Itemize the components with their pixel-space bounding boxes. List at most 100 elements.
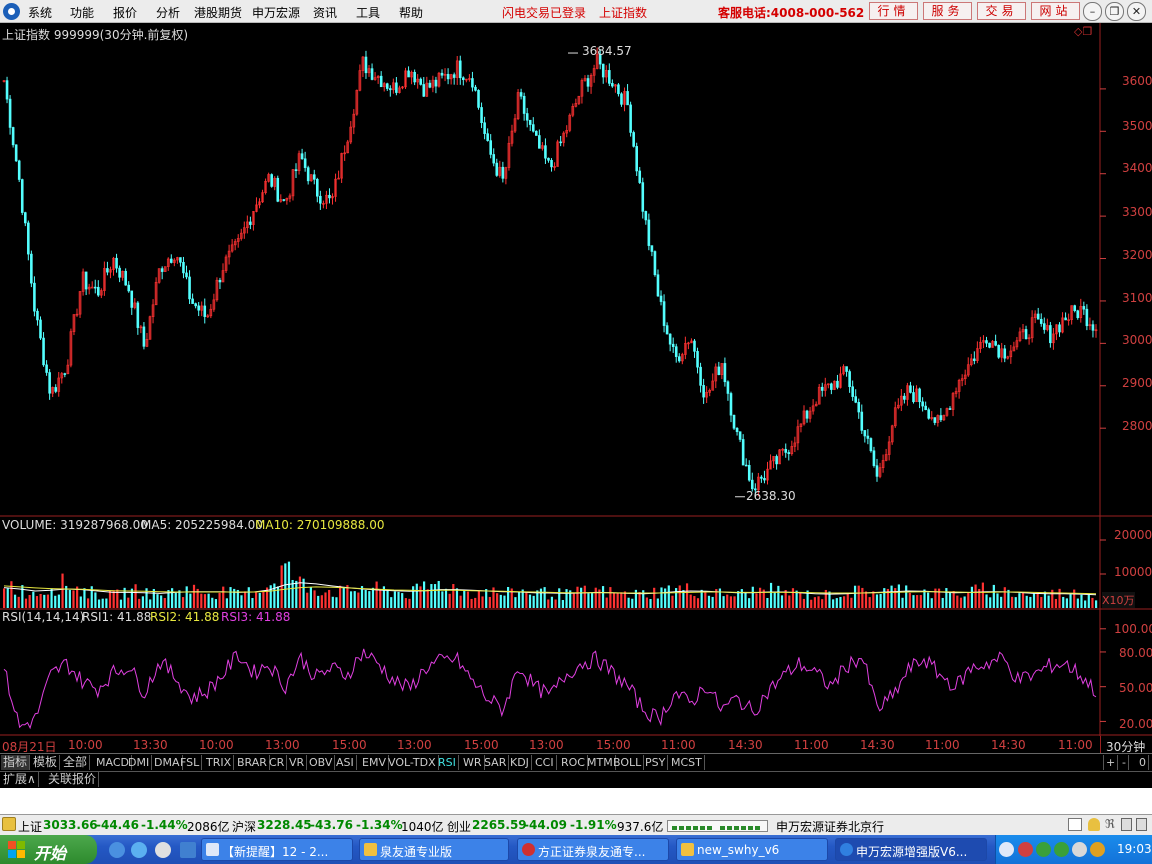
zoom-in-button[interactable]: + xyxy=(1103,755,1119,770)
volume-bar xyxy=(244,591,247,608)
tray-app-icon[interactable] xyxy=(1018,842,1033,857)
zoom-out-button[interactable]: - xyxy=(1120,755,1129,770)
window-icon[interactable] xyxy=(1068,818,1082,831)
panel-controls-icon[interactable]: ◇❐ xyxy=(1074,25,1092,38)
task-item[interactable]: new_swhy_v6 xyxy=(676,838,828,861)
volume-bar xyxy=(525,592,528,608)
start-button[interactable]: 开始 xyxy=(0,835,97,864)
bell-icon[interactable] xyxy=(1088,818,1100,831)
chrome-icon[interactable] xyxy=(155,842,171,858)
menu-quote[interactable]: 报价 xyxy=(113,4,137,21)
candle-body xyxy=(644,211,648,221)
restore-icon[interactable]: ❐ xyxy=(1105,2,1124,21)
volume-bar xyxy=(609,587,612,608)
tray-shield-icon[interactable] xyxy=(1036,842,1051,857)
menu-bar: 系统 功能 报价 分析 港股期货 申万宏源 资讯 工具 帮助 闪电交易已登录 上… xyxy=(0,0,1152,23)
tab-cr[interactable]: CR xyxy=(267,755,288,770)
volume-bar xyxy=(101,598,104,608)
windows-taskbar: 开始 【新提醒】12 - 2... 泉友通专业版 方正证券泉友通专... new… xyxy=(0,835,1152,864)
candle-body xyxy=(42,337,45,366)
candle-body xyxy=(997,344,1000,358)
menu-shenwan[interactable]: 申万宏源 xyxy=(252,4,300,21)
volume-bar xyxy=(620,592,623,608)
tab-boll[interactable]: BOLL xyxy=(611,755,645,770)
service-phone: 客服电话:4008-000-562 xyxy=(718,6,865,20)
chart-area[interactable]: 上证指数 999999(30分钟.前复权) ◇❐ 3684.57 2638.30… xyxy=(0,23,1152,736)
candle-body xyxy=(96,286,100,296)
volume-bar xyxy=(550,596,554,608)
signal-icon[interactable]: ℜ xyxy=(1105,817,1115,831)
ie-icon[interactable] xyxy=(109,842,125,858)
volume-bar xyxy=(349,591,353,608)
volume-bar xyxy=(1000,596,1003,608)
show-desktop-icon[interactable] xyxy=(180,842,196,858)
tab-related-quotes[interactable]: 关联报价 xyxy=(46,772,100,787)
tab-cci[interactable]: CCI xyxy=(533,755,557,770)
task-item[interactable]: 申万宏源增强版V6... xyxy=(835,838,987,861)
tab-fsl[interactable]: FSL xyxy=(178,755,203,770)
reset-button[interactable]: 0 xyxy=(1137,755,1149,770)
candle-body xyxy=(702,385,705,398)
tab-kdj[interactable]: KDJ xyxy=(508,755,532,770)
volume-ma10-label: MA10: 270109888.00 xyxy=(255,518,385,532)
close-icon[interactable]: ✕ xyxy=(1127,2,1146,21)
volume-bar xyxy=(1087,594,1090,608)
menu-help[interactable]: 帮助 xyxy=(399,4,423,21)
tab-dmi[interactable]: DMI xyxy=(126,755,153,770)
volume-bar xyxy=(430,584,433,608)
tab-mcst[interactable]: MCST xyxy=(669,755,705,770)
menu-hk-futures[interactable]: 港股期货 xyxy=(194,4,242,21)
tab-sar[interactable]: SAR xyxy=(482,755,510,770)
candle-body xyxy=(169,258,173,263)
tab-asi[interactable]: ASI xyxy=(334,755,357,770)
menu-system[interactable]: 系统 xyxy=(28,4,52,21)
tray-volume-icon[interactable] xyxy=(1072,842,1087,857)
minimize-icon[interactable]: – xyxy=(1083,2,1102,21)
tab-wr[interactable]: WR xyxy=(461,755,485,770)
tab-template[interactable]: 模板 xyxy=(31,755,61,770)
tray-arrow-icon[interactable] xyxy=(999,842,1014,857)
y-tick: 20000 xyxy=(1114,528,1152,542)
task-item[interactable]: 【新提醒】12 - 2... xyxy=(201,838,353,861)
browser-icon[interactable] xyxy=(131,842,147,858)
menu-info[interactable]: 资讯 xyxy=(313,4,337,21)
tab-brar[interactable]: BRAR xyxy=(235,755,270,770)
tab-trix[interactable]: TRIX xyxy=(204,755,235,770)
tab-website[interactable]: 网站 xyxy=(1031,2,1080,20)
volume-bar xyxy=(171,588,174,608)
candle-body xyxy=(492,154,496,164)
phone-icon[interactable] xyxy=(1121,818,1132,831)
tab-vr[interactable]: VR xyxy=(287,755,308,770)
volume-bar xyxy=(791,588,795,608)
tab-market[interactable]: 行情 xyxy=(869,2,918,20)
tab-psy[interactable]: PSY xyxy=(643,755,669,770)
candle-body xyxy=(1091,324,1095,331)
candle-body xyxy=(586,78,590,87)
tab-emv[interactable]: EMV xyxy=(360,755,389,770)
tab-trade[interactable]: 交易 xyxy=(977,2,1026,20)
task-item[interactable]: 方正证券泉友通专... xyxy=(517,838,669,861)
tab-expand[interactable]: 扩展∧ xyxy=(1,772,39,787)
lock-small-icon[interactable] xyxy=(1136,818,1147,831)
volume-bar xyxy=(1073,589,1076,608)
tab-rsi[interactable]: RSI xyxy=(436,755,459,770)
task-item[interactable]: 泉友通专业版 xyxy=(359,838,509,861)
menu-analysis[interactable]: 分析 xyxy=(156,4,180,21)
lock-icon[interactable] xyxy=(2,817,16,831)
period-selector[interactable]: 30分钟 xyxy=(1100,736,1152,754)
volume-bar xyxy=(371,587,375,608)
kline-chart[interactable] xyxy=(0,23,1152,736)
volume-bar xyxy=(342,587,345,608)
folder-icon xyxy=(681,843,694,856)
tab-roc[interactable]: ROC xyxy=(559,755,588,770)
menu-function[interactable]: 功能 xyxy=(70,4,94,21)
tray-network-icon[interactable] xyxy=(1090,842,1105,857)
tab-obv[interactable]: OBV xyxy=(307,755,336,770)
tab-service[interactable]: 服务 xyxy=(923,2,972,20)
tab-indicator[interactable]: 指标 xyxy=(1,755,31,770)
menu-tools[interactable]: 工具 xyxy=(356,4,380,21)
tab-vol-tdx[interactable]: VOL-TDX xyxy=(386,755,439,770)
volume-bar xyxy=(707,595,711,608)
tray-security-icon[interactable] xyxy=(1054,842,1069,857)
tab-all[interactable]: 全部 xyxy=(61,755,91,770)
